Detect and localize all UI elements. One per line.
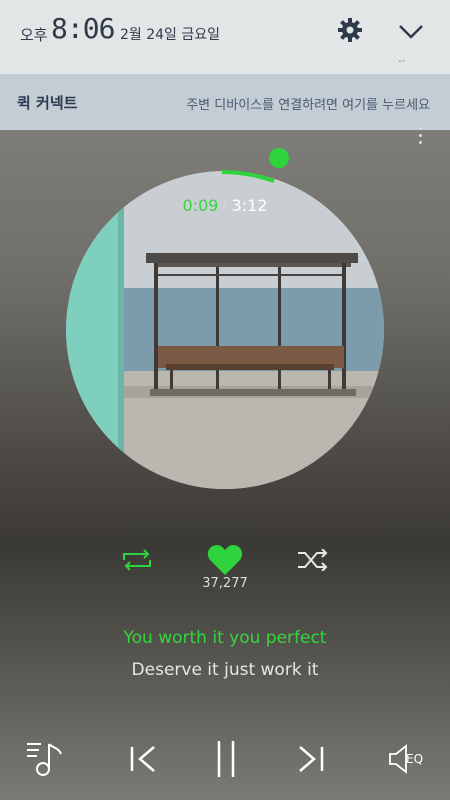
lyric-next-line: Deserve it just work it <box>131 660 319 680</box>
lyric-current-line: You worth it you perfect <box>123 628 327 648</box>
total-time: 3:12 <box>231 196 268 215</box>
playback-time: 0:09 · 3:12 <box>0 196 450 215</box>
seek-handle[interactable] <box>269 148 289 168</box>
previous-track-button[interactable] <box>128 745 158 773</box>
time-separator: · <box>222 196 228 215</box>
repeat-icon[interactable] <box>120 548 154 572</box>
like-count: 37,277 <box>202 576 248 591</box>
elapsed-time: 0:09 <box>182 196 219 215</box>
seek-bar[interactable] <box>0 0 450 800</box>
like-heart-button[interactable] <box>207 544 243 576</box>
shuffle-icon[interactable] <box>296 549 330 571</box>
pause-button[interactable] <box>213 739 239 779</box>
eq-button[interactable]: EQ <box>406 752 423 766</box>
next-track-button[interactable] <box>296 745 326 773</box>
playlist-button[interactable] <box>25 738 65 778</box>
seek-progress-arc <box>221 170 275 183</box>
speaker-icon[interactable] <box>388 744 408 774</box>
